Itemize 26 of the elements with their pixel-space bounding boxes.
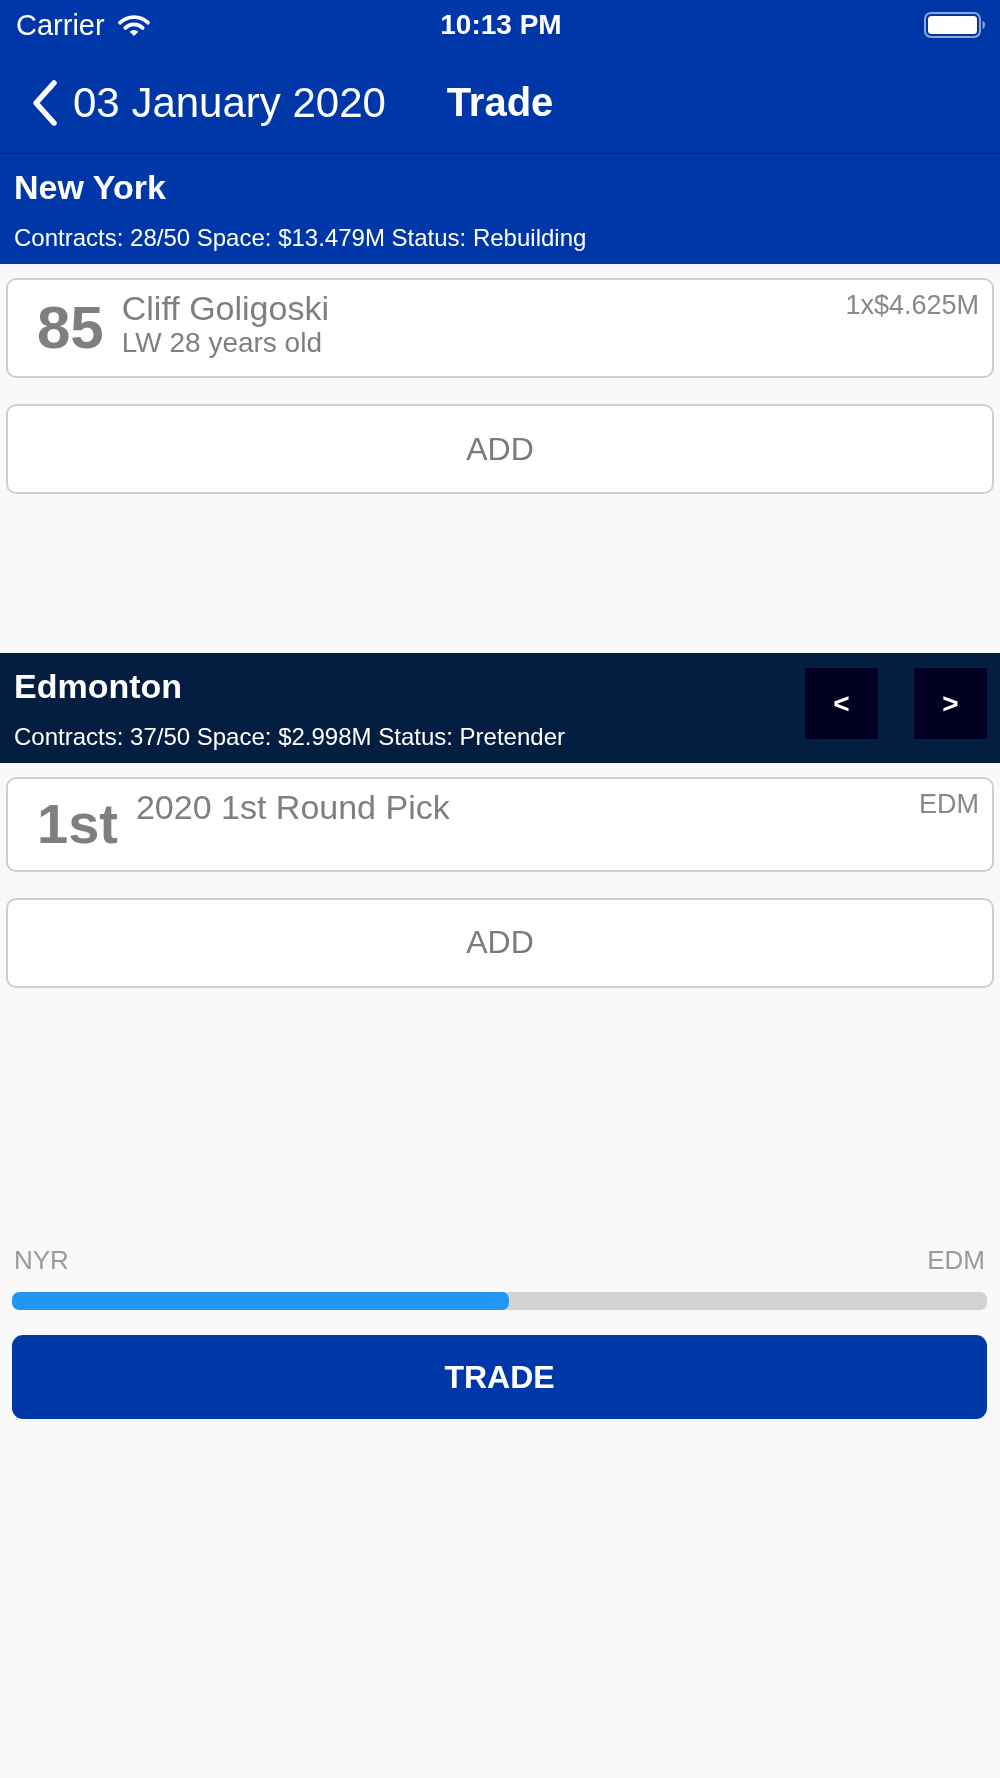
trade-button[interactable]: TRADE <box>12 1335 987 1419</box>
chevron-left-icon <box>31 78 59 127</box>
team-abbreviation: NYR <box>14 1245 69 1275</box>
carrier-label: Carrier <box>16 8 105 42</box>
clock-time: 10:13 PM <box>440 8 562 42</box>
team-name: Edmonton <box>14 666 184 706</box>
screen-title: Trade <box>446 78 554 126</box>
asset-value: 1x$4.625M <box>845 289 979 321</box>
back-button[interactable]: 03 January 2020 <box>0 77 386 128</box>
asset-value: EDM <box>919 788 979 820</box>
add-asset-button[interactable]: ADD <box>6 897 994 988</box>
asset-name: Cliff Goligoski <box>121 289 330 327</box>
team-info: Contracts: 28/50 Space: $13.479M Status: Rebuilding <box>14 223 588 253</box>
add-asset-button[interactable]: ADD <box>6 404 994 494</box>
asset-detail: LW 28 years old <box>121 327 323 359</box>
battery-icon <box>924 12 986 38</box>
team-info: Contracts: 37/50 Space: $2.998M Status: Pretender <box>14 722 566 752</box>
asset-card[interactable]: 1st 2020 1st Round Pick EDM <box>6 777 994 872</box>
next-team-button[interactable]: > <box>914 668 987 739</box>
wifi-icon <box>116 13 151 37</box>
team-name: New York <box>14 167 167 207</box>
asset-name: 2020 1st Round Pick <box>135 788 451 826</box>
asset-rating: 85 <box>37 293 104 363</box>
previous-team-button[interactable]: < <box>805 668 878 739</box>
team-abbreviation: EDM <box>927 1245 985 1275</box>
asset-rating: 1st <box>37 791 118 857</box>
